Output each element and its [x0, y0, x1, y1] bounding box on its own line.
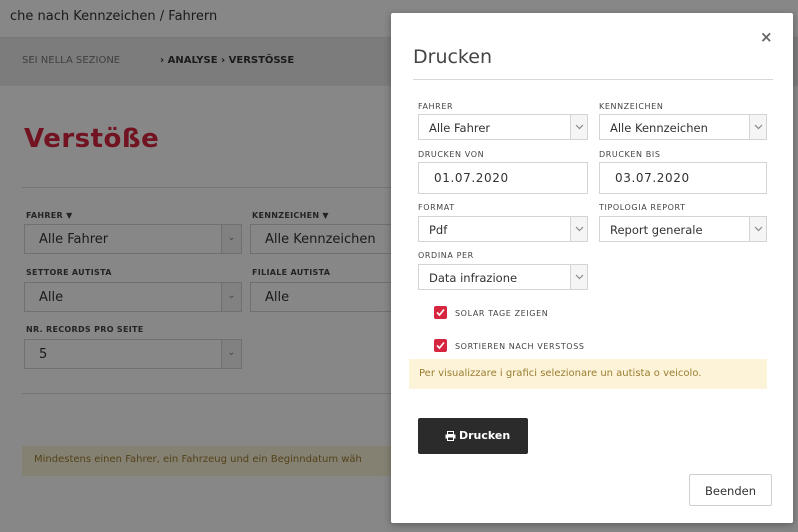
print-modal: Drucken × FAHRER Alle Fahrer KENNZEICHEN… — [391, 13, 793, 523]
tipologia-label: TIPOLOGIA REPORT — [599, 203, 686, 212]
kennzeichen-label: KENNZEICHEN — [599, 102, 664, 111]
chevron-down-icon — [570, 115, 587, 139]
print-button[interactable]: Drucken — [418, 418, 528, 454]
drucken-von-input[interactable]: 01.07.2020 — [418, 162, 588, 194]
printer-icon — [445, 431, 456, 441]
drucken-bis-label: DRUCKEN BIS — [599, 150, 661, 159]
chevron-down-icon — [749, 115, 766, 139]
check-icon — [436, 341, 445, 350]
ordina-select[interactable]: Data infrazione — [418, 264, 588, 290]
print-button-label: Drucken — [459, 429, 511, 442]
drucken-von-label: DRUCKEN VON — [418, 150, 485, 159]
fahrer-value: Alle Fahrer — [429, 121, 491, 135]
fahrer-select[interactable]: Alle Fahrer — [418, 114, 588, 140]
kennzeichen-value: Alle Kennzeichen — [610, 121, 708, 135]
chevron-down-icon — [749, 217, 766, 241]
solar-tage-checkbox[interactable] — [434, 306, 447, 319]
divider — [413, 79, 773, 80]
chevron-down-icon — [570, 265, 587, 289]
format-select[interactable]: Pdf — [418, 216, 588, 242]
format-label: FORMAT — [418, 203, 455, 212]
drucken-bis-value: 03.07.2020 — [615, 171, 690, 185]
close-button[interactable]: Beenden — [689, 474, 772, 506]
ordina-label: ORDINA PER — [418, 251, 474, 260]
chevron-down-icon — [570, 217, 587, 241]
info-banner: Per visualizzare i grafici selezionare u… — [409, 359, 767, 389]
ordina-value: Data infrazione — [429, 271, 518, 285]
format-value: Pdf — [429, 223, 448, 237]
modal-title: Drucken — [413, 46, 492, 68]
sortieren-label[interactable]: SORTIEREN NACH VERSTOSS — [455, 342, 585, 351]
drucken-bis-input[interactable]: 03.07.2020 — [599, 162, 767, 194]
drucken-von-value: 01.07.2020 — [434, 171, 509, 185]
close-button-label: Beenden — [705, 484, 756, 498]
check-icon — [436, 308, 445, 317]
solar-tage-label[interactable]: SOLAR TAGE ZEIGEN — [455, 309, 548, 318]
close-icon[interactable]: × — [760, 28, 773, 46]
info-text: Per visualizzare i grafici selezionare u… — [419, 368, 702, 379]
sortieren-checkbox[interactable] — [434, 339, 447, 352]
tipologia-value: Report generale — [610, 223, 703, 237]
kennzeichen-select[interactable]: Alle Kennzeichen — [599, 114, 767, 140]
fahrer-label: FAHRER — [418, 102, 454, 111]
tipologia-select[interactable]: Report generale — [599, 216, 767, 242]
